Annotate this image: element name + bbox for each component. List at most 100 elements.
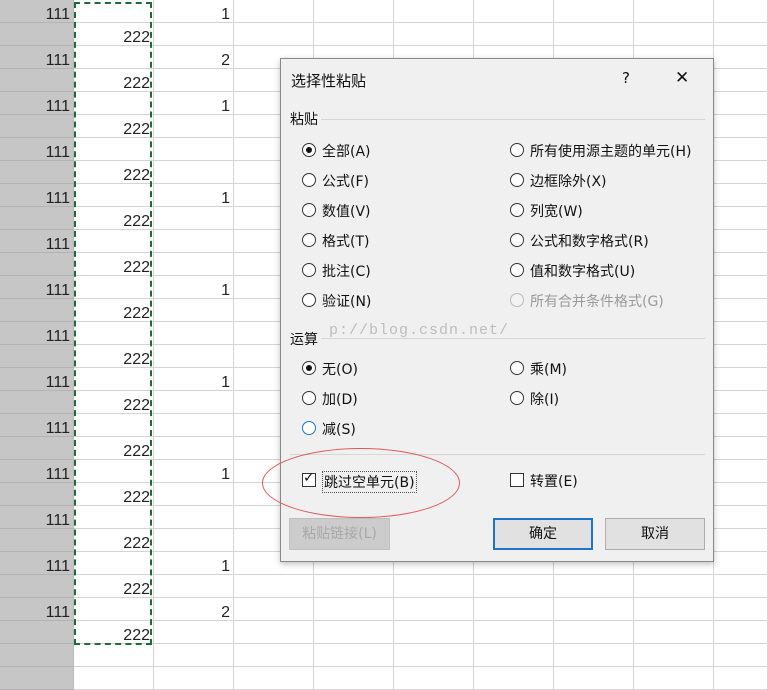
grid-cell[interactable] xyxy=(314,0,394,23)
grid-cell[interactable] xyxy=(154,230,234,253)
grid-cell[interactable] xyxy=(554,644,634,667)
grid-cell[interactable] xyxy=(154,529,234,552)
grid-cell[interactable] xyxy=(234,621,314,644)
radio-label[interactable]: 数值(V) xyxy=(322,201,371,221)
grid-cell[interactable] xyxy=(154,161,234,184)
grid-cell[interactable] xyxy=(634,0,714,23)
help-button[interactable]: ? xyxy=(622,69,630,87)
radio-label[interactable]: 公式(F) xyxy=(322,171,369,191)
radio-label[interactable]: 验证(N) xyxy=(322,291,371,311)
grid-cell[interactable] xyxy=(634,667,714,690)
grid-cell[interactable] xyxy=(0,644,74,667)
grid-cell[interactable] xyxy=(0,667,74,690)
grid-cell[interactable] xyxy=(154,575,234,598)
grid-cell[interactable] xyxy=(0,483,74,506)
grid-cell[interactable] xyxy=(474,667,554,690)
grid-cell[interactable] xyxy=(314,23,394,46)
radio-button[interactable] xyxy=(302,391,316,405)
grid-cell[interactable] xyxy=(714,575,768,598)
grid-cell[interactable] xyxy=(394,621,474,644)
radio-button[interactable] xyxy=(302,263,316,277)
transpose-checkbox[interactable] xyxy=(510,473,524,487)
grid-cell[interactable] xyxy=(474,0,554,23)
grid-cell[interactable] xyxy=(714,483,768,506)
grid-cell[interactable] xyxy=(554,598,634,621)
grid-cell[interactable] xyxy=(714,598,768,621)
grid-cell[interactable] xyxy=(234,667,314,690)
grid-cell[interactable] xyxy=(714,391,768,414)
grid-cell[interactable] xyxy=(394,667,474,690)
grid-cell[interactable] xyxy=(0,207,74,230)
radio-button[interactable] xyxy=(510,173,524,187)
grid-cell[interactable] xyxy=(714,184,768,207)
grid-cell[interactable] xyxy=(154,207,234,230)
radio-button[interactable] xyxy=(510,263,524,277)
grid-cell[interactable] xyxy=(634,644,714,667)
grid-cell[interactable] xyxy=(314,667,394,690)
grid-cell[interactable] xyxy=(634,575,714,598)
grid-cell[interactable] xyxy=(154,414,234,437)
grid-cell[interactable] xyxy=(314,621,394,644)
grid-cell[interactable] xyxy=(0,161,74,184)
grid-cell[interactable] xyxy=(714,115,768,138)
grid-cell[interactable] xyxy=(714,322,768,345)
grid-cell[interactable] xyxy=(554,23,634,46)
grid-cell[interactable] xyxy=(154,345,234,368)
grid-cell[interactable] xyxy=(154,483,234,506)
grid-cell[interactable] xyxy=(154,621,234,644)
radio-button[interactable] xyxy=(302,361,316,375)
grid-cell[interactable] xyxy=(0,115,74,138)
grid-cell[interactable] xyxy=(714,552,768,575)
grid-cell[interactable] xyxy=(394,575,474,598)
radio-label[interactable]: 批注(C) xyxy=(322,261,371,281)
grid-cell[interactable] xyxy=(714,276,768,299)
grid-cell[interactable] xyxy=(0,391,74,414)
radio-button[interactable] xyxy=(510,391,524,405)
grid-cell[interactable] xyxy=(714,414,768,437)
grid-cell[interactable] xyxy=(714,161,768,184)
radio-label[interactable]: 无(O) xyxy=(322,359,358,379)
radio-button[interactable] xyxy=(302,421,316,435)
radio-label[interactable]: 列宽(W) xyxy=(530,201,583,221)
radio-button[interactable] xyxy=(510,143,524,157)
radio-button[interactable] xyxy=(302,143,316,157)
radio-button[interactable] xyxy=(302,293,316,307)
radio-button[interactable] xyxy=(302,233,316,247)
grid-cell[interactable] xyxy=(314,575,394,598)
grid-cell[interactable] xyxy=(394,23,474,46)
radio-label[interactable]: 全部(A) xyxy=(322,141,371,161)
grid-cell[interactable] xyxy=(554,575,634,598)
ok-button[interactable]: 确定 xyxy=(493,518,593,550)
grid-cell[interactable] xyxy=(634,598,714,621)
grid-cell[interactable] xyxy=(714,644,768,667)
grid-cell[interactable] xyxy=(714,437,768,460)
grid-cell[interactable] xyxy=(714,621,768,644)
grid-cell[interactable] xyxy=(314,598,394,621)
grid-cell[interactable] xyxy=(234,0,314,23)
grid-cell[interactable] xyxy=(154,391,234,414)
grid-cell[interactable] xyxy=(394,598,474,621)
grid-cell[interactable] xyxy=(154,138,234,161)
grid-cell[interactable] xyxy=(714,230,768,253)
radio-button[interactable] xyxy=(510,361,524,375)
radio-button[interactable] xyxy=(302,173,316,187)
grid-cell[interactable] xyxy=(714,368,768,391)
grid-cell[interactable] xyxy=(714,23,768,46)
grid-cell[interactable] xyxy=(154,667,234,690)
grid-cell[interactable] xyxy=(714,46,768,69)
radio-label[interactable]: 值和数字格式(U) xyxy=(530,261,635,281)
grid-cell[interactable] xyxy=(714,667,768,690)
transpose-label[interactable]: 转置(E) xyxy=(530,471,578,491)
radio-label[interactable]: 边框除外(X) xyxy=(530,171,607,191)
grid-cell[interactable] xyxy=(0,69,74,92)
grid-cell[interactable] xyxy=(234,23,314,46)
grid-cell[interactable] xyxy=(0,345,74,368)
grid-cell[interactable] xyxy=(714,253,768,276)
grid-cell[interactable] xyxy=(714,345,768,368)
grid-cell[interactable] xyxy=(74,644,154,667)
grid-cell[interactable] xyxy=(394,0,474,23)
grid-cell[interactable] xyxy=(714,207,768,230)
grid-cell[interactable] xyxy=(634,621,714,644)
grid-cell[interactable] xyxy=(714,299,768,322)
grid-cell[interactable] xyxy=(74,667,154,690)
